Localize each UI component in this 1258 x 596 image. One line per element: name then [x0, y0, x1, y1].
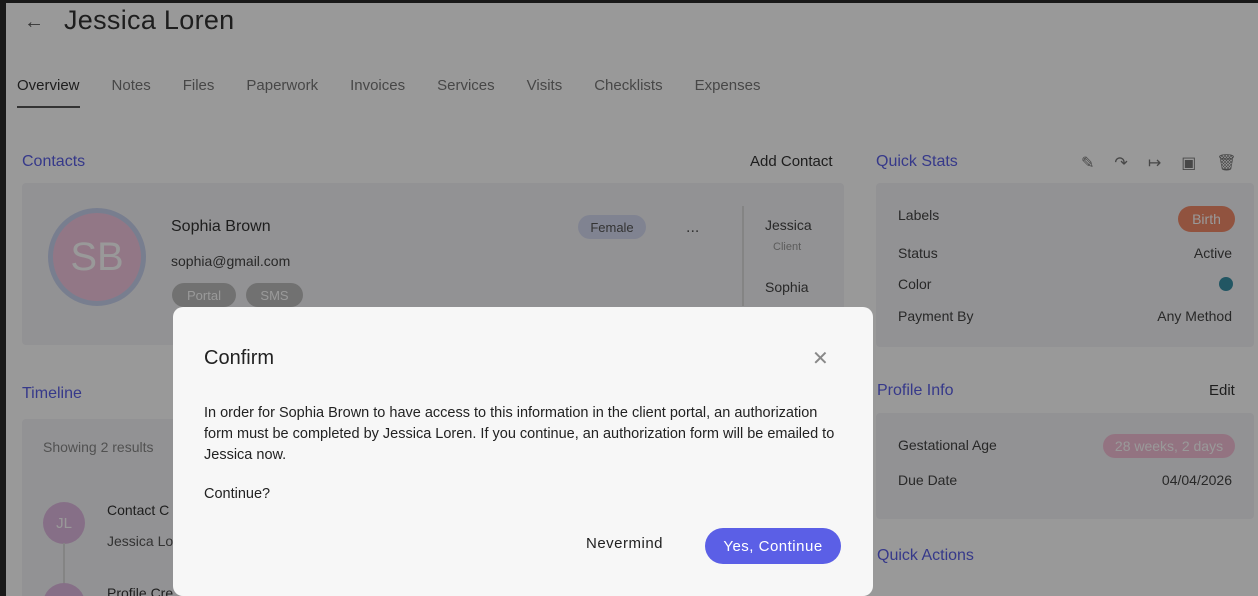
dialog-question: Continue? [204, 486, 271, 502]
yes-continue-button[interactable]: Yes, Continue [705, 528, 841, 564]
dialog-title: Confirm [204, 347, 275, 369]
nevermind-button[interactable]: Nevermind [586, 535, 663, 552]
close-icon[interactable]: ✕ [812, 349, 829, 369]
confirm-dialog: Confirm ✕ In order for Sophia Brown to h… [173, 307, 873, 596]
dialog-message: In order for Sophia Brown to have access… [204, 405, 835, 463]
